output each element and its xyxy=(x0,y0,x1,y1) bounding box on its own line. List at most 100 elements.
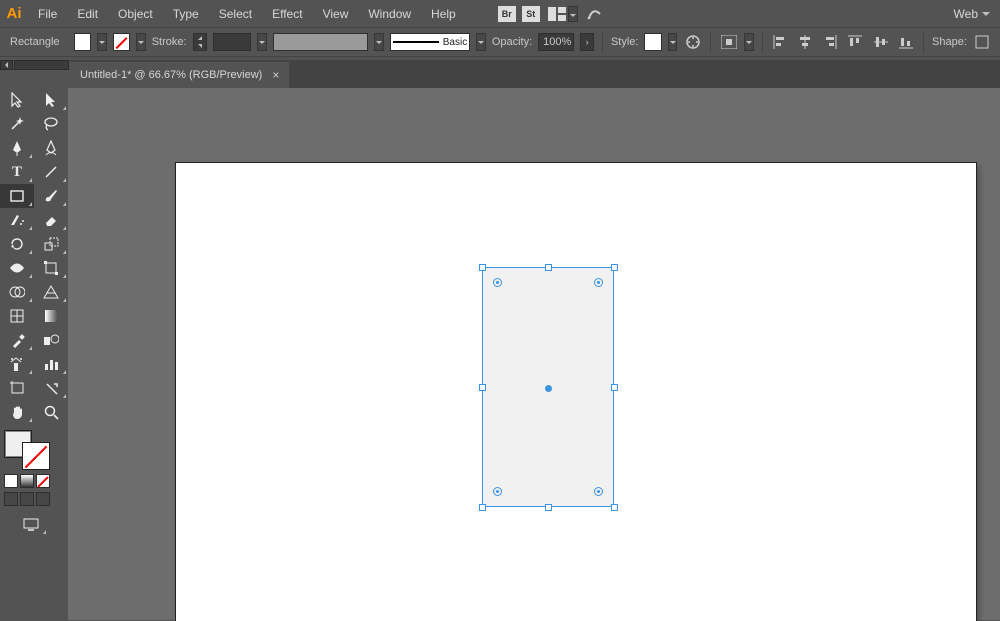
control-bar: Rectangle Stroke: Basic Opacity: 100% › … xyxy=(0,27,1000,57)
gpu-preview-icon[interactable] xyxy=(584,3,606,25)
brush-definition-dropdown[interactable] xyxy=(476,33,486,51)
selection-tool[interactable] xyxy=(0,88,34,112)
live-corner-widget[interactable] xyxy=(493,487,502,496)
artboard[interactable] xyxy=(176,163,976,621)
close-tab-icon[interactable]: × xyxy=(272,68,279,82)
shaper-tool[interactable] xyxy=(0,208,34,232)
resize-handle-se[interactable] xyxy=(611,504,618,511)
align-top-icon[interactable] xyxy=(846,32,865,52)
menu-select[interactable]: Select xyxy=(209,0,262,27)
stroke-swatch[interactable] xyxy=(113,33,130,51)
direct-selection-tool[interactable] xyxy=(34,88,68,112)
resize-handle-sw[interactable] xyxy=(479,504,486,511)
scale-tool[interactable] xyxy=(34,232,68,256)
bridge-icon[interactable]: Br xyxy=(496,3,518,25)
app-logo: Ai xyxy=(0,0,28,27)
resize-handle-e[interactable] xyxy=(611,384,618,391)
screen-mode-button[interactable] xyxy=(14,512,48,536)
none-mode-button[interactable] xyxy=(36,474,50,488)
fill-swatch[interactable] xyxy=(74,33,91,51)
shape-builder-tool[interactable] xyxy=(0,280,34,304)
curvature-tool[interactable] xyxy=(34,136,68,160)
pen-tool[interactable] xyxy=(0,136,34,160)
perspective-grid-tool[interactable] xyxy=(34,280,68,304)
rotate-tool[interactable] xyxy=(0,232,34,256)
center-point[interactable] xyxy=(545,385,552,392)
align-bottom-icon[interactable] xyxy=(896,32,915,52)
line-segment-tool[interactable] xyxy=(34,160,68,184)
align-right-icon[interactable] xyxy=(821,32,840,52)
stroke-weight-field[interactable] xyxy=(213,33,252,51)
mesh-tool[interactable] xyxy=(0,304,34,328)
gradient-tool[interactable] xyxy=(34,304,68,328)
graphic-style-dropdown[interactable] xyxy=(668,33,678,51)
resize-handle-n[interactable] xyxy=(545,264,552,271)
collapse-panels-button[interactable] xyxy=(0,60,13,70)
live-corner-widget[interactable] xyxy=(493,278,502,287)
opacity-popup[interactable]: › xyxy=(580,33,594,51)
column-graph-tool[interactable] xyxy=(34,352,68,376)
color-mode-button[interactable] xyxy=(4,474,18,488)
magic-wand-tool[interactable] xyxy=(0,112,34,136)
arrange-documents-icon[interactable] xyxy=(546,3,568,25)
variable-width-profile[interactable] xyxy=(273,33,369,51)
shape-properties-icon[interactable] xyxy=(973,32,992,52)
draw-normal-button[interactable] xyxy=(4,492,18,506)
stroke-weight-dropdown[interactable] xyxy=(257,33,267,51)
document-tab[interactable]: Untitled-1* @ 66.67% (RGB/Preview) × xyxy=(70,62,289,88)
eraser-tool[interactable] xyxy=(34,208,68,232)
stock-icon[interactable]: St xyxy=(518,3,540,25)
menu-view[interactable]: View xyxy=(313,0,359,27)
resize-handle-s[interactable] xyxy=(545,504,552,511)
arrange-documents-dropdown[interactable] xyxy=(568,6,578,22)
symbol-sprayer-tool[interactable] xyxy=(0,352,34,376)
lasso-tool[interactable] xyxy=(34,112,68,136)
graphic-style-swatch[interactable] xyxy=(644,33,661,51)
fill-swatch-dropdown[interactable] xyxy=(97,33,107,51)
artboard-tool[interactable] xyxy=(0,376,34,400)
draw-behind-button[interactable] xyxy=(20,492,34,506)
menu-effect[interactable]: Effect xyxy=(262,0,312,27)
paintbrush-tool[interactable] xyxy=(34,184,68,208)
tools-panel-grip[interactable] xyxy=(14,60,69,70)
brush-definition[interactable]: Basic xyxy=(390,33,470,51)
menu-object[interactable]: Object xyxy=(108,0,163,27)
align-vcenter-icon[interactable] xyxy=(871,32,890,52)
variable-width-dropdown[interactable] xyxy=(374,33,384,51)
recolor-artwork-icon[interactable] xyxy=(683,32,702,52)
align-left-icon[interactable] xyxy=(771,32,790,52)
rectangle-tool[interactable] xyxy=(0,184,34,208)
slice-tool[interactable] xyxy=(34,376,68,400)
resize-handle-nw[interactable] xyxy=(479,264,486,271)
menu-help[interactable]: Help xyxy=(421,0,466,27)
hand-tool[interactable] xyxy=(0,400,34,424)
fill-stroke-swatches[interactable] xyxy=(4,430,50,470)
align-to-dropdown[interactable] xyxy=(744,33,754,51)
live-corner-widget[interactable] xyxy=(594,278,603,287)
resize-handle-ne[interactable] xyxy=(611,264,618,271)
align-to-artboard-icon[interactable] xyxy=(719,32,738,52)
zoom-tool[interactable] xyxy=(34,400,68,424)
canvas-area[interactable] xyxy=(68,88,1000,620)
stroke-swatch-dropdown[interactable] xyxy=(136,33,146,51)
eyedropper-tool[interactable] xyxy=(0,328,34,352)
free-transform-tool[interactable] xyxy=(34,256,68,280)
opacity-field[interactable]: 100% xyxy=(538,33,574,51)
menu-edit[interactable]: Edit xyxy=(67,0,108,27)
gradient-mode-button[interactable] xyxy=(20,474,34,488)
menu-file[interactable]: File xyxy=(28,0,67,27)
blend-tool[interactable] xyxy=(34,328,68,352)
live-corner-widget[interactable] xyxy=(594,487,603,496)
selected-rectangle[interactable] xyxy=(482,267,614,507)
menu-type[interactable]: Type xyxy=(163,0,209,27)
workspace-switcher[interactable]: Web xyxy=(954,7,990,21)
align-hcenter-icon[interactable] xyxy=(796,32,815,52)
menu-window[interactable]: Window xyxy=(358,0,421,27)
menu-bar: Ai File Edit Object Type Select Effect V… xyxy=(0,0,1000,27)
width-tool[interactable] xyxy=(0,256,34,280)
type-tool[interactable]: T xyxy=(0,160,34,184)
resize-handle-w[interactable] xyxy=(479,384,486,391)
draw-inside-button[interactable] xyxy=(36,492,50,506)
stroke-weight-stepper[interactable] xyxy=(193,33,207,51)
stroke-color-swatch[interactable] xyxy=(22,442,50,470)
